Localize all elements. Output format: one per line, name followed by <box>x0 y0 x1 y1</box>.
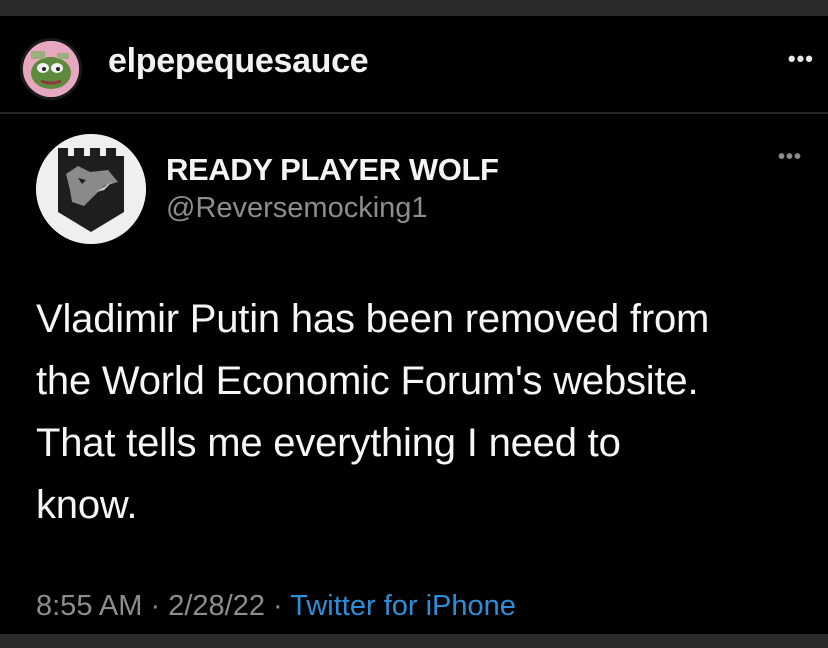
post-header: elpepequesauce ••• <box>0 16 828 112</box>
meta-separator: · <box>273 590 283 622</box>
tweet-time[interactable]: 8:55 AM <box>36 590 142 622</box>
tweet-display-name[interactable]: READY PLAYER WOLF <box>166 152 499 188</box>
tweet-body: Vladimir Putin has been removed from the… <box>36 288 816 536</box>
tweet-date[interactable]: 2/28/22 <box>168 590 265 622</box>
tweet-source-link[interactable]: Twitter for iPhone <box>290 590 516 622</box>
post-username[interactable]: elpepequesauce <box>108 42 369 81</box>
tweet-more-options-icon[interactable]: ••• <box>778 146 802 169</box>
screenshot-frame: elpepequesauce ••• READY PLAYER WOLF @Re… <box>0 0 828 648</box>
tweet-metadata: 8:55 AM · 2/28/22 · Twitter for iPhone <box>36 590 516 623</box>
bottom-edge <box>0 634 828 648</box>
tweet-line: know. <box>36 483 138 527</box>
more-options-icon[interactable]: ••• <box>788 46 814 72</box>
tweet-line: Vladimir Putin has been removed from <box>36 297 710 341</box>
meta-separator: · <box>150 590 161 622</box>
user-avatar[interactable] <box>20 38 82 100</box>
divider <box>0 112 828 114</box>
tweet-line: the World Economic Forum's website. <box>36 359 699 403</box>
tweet-avatar[interactable] <box>36 134 146 244</box>
top-edge <box>0 0 828 16</box>
tweet-line: That tells me everything I need to <box>36 421 621 465</box>
tweet-handle[interactable]: @Reversemocking1 <box>166 192 428 225</box>
pepe-avatar-icon <box>23 41 79 97</box>
wolf-shield-icon <box>36 134 146 244</box>
